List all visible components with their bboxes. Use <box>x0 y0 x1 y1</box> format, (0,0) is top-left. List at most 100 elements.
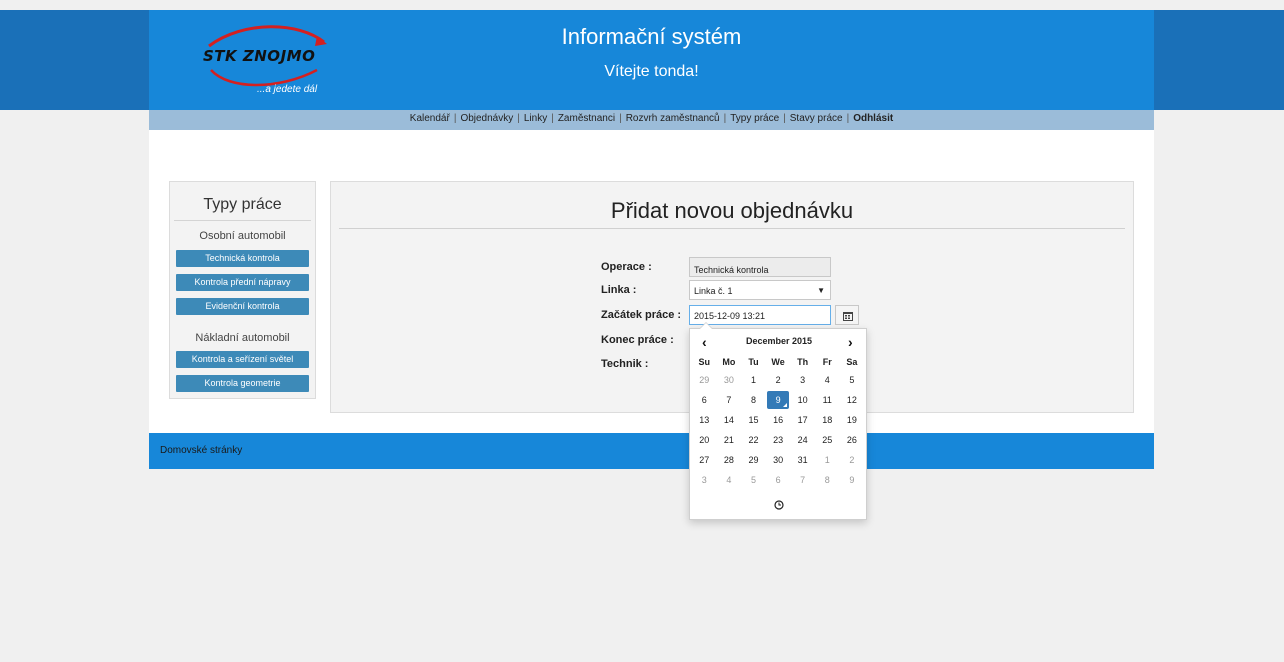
nav-item-work-types[interactable]: Typy práce <box>730 113 779 124</box>
nav-item-orders[interactable]: Objednávky <box>460 113 513 124</box>
calendar-day[interactable]: 3 <box>790 370 815 390</box>
nav-separator: | <box>551 113 554 124</box>
calendar-day[interactable]: 25 <box>815 430 840 450</box>
calendar-week-row: 6 7 8 9 10 11 12 <box>692 390 864 410</box>
calendar-day[interactable]: 26 <box>840 430 865 450</box>
calendar-week-row: 20 21 22 23 24 25 26 <box>692 430 864 450</box>
calendar-day[interactable]: 23 <box>766 430 791 450</box>
calendar-day[interactable]: 14 <box>717 410 742 430</box>
calendar-week-row: 27 28 29 30 31 1 2 <box>692 450 864 470</box>
calendar-day[interactable]: 31 <box>790 450 815 470</box>
calendar-day[interactable]: 28 <box>717 450 742 470</box>
selected-day[interactable]: 9 <box>767 391 790 409</box>
calendar-button[interactable] <box>835 305 859 325</box>
line-label: Linka : <box>601 284 637 296</box>
nav-separator: | <box>517 113 520 124</box>
calendar-day[interactable]: 4 <box>717 470 742 490</box>
calendar-day[interactable]: 7 <box>790 470 815 490</box>
calendar-day[interactable]: 13 <box>692 410 717 430</box>
weekday-header: Su <box>698 357 711 367</box>
calendar-day[interactable]: 1 <box>815 450 840 470</box>
calendar-day[interactable]: 11 <box>815 390 840 410</box>
nav-item-employees[interactable]: Zaměstnanci <box>558 113 615 124</box>
calendar-day[interactable]: 29 <box>692 370 717 390</box>
calendar-day[interactable]: 5 <box>741 470 766 490</box>
calendar-day[interactable]: 10 <box>790 390 815 410</box>
nav-item-lines[interactable]: Linky <box>524 113 547 124</box>
calendar-day[interactable]: 6 <box>766 470 791 490</box>
calendar-day[interactable]: 30 <box>717 370 742 390</box>
weekday-header: We <box>771 357 785 367</box>
calendar-day[interactable]: 22 <box>741 430 766 450</box>
calendar-week-row: 29 30 1 2 3 4 5 <box>692 370 864 390</box>
calendar-day[interactable]: 8 <box>815 470 840 490</box>
calendar-day[interactable]: 16 <box>766 410 791 430</box>
calendar-day[interactable]: 27 <box>692 450 717 470</box>
home-link[interactable]: Domovské stránky <box>160 445 242 456</box>
calendar-week-row: 13 14 15 16 17 18 19 <box>692 410 864 430</box>
calendar-day[interactable]: 29 <box>741 450 766 470</box>
header: STK ZNOJMO ...a jedete dál Informační sy… <box>149 10 1154 110</box>
calendar-grid: Su Mo Tu We Th Fr Sa 29 30 1 2 3 4 5 6 7 8 9 10 11 12 13 14 15… <box>692 354 864 490</box>
calendar-day[interactable]: 18 <box>815 410 840 430</box>
calendar-icon <box>843 312 853 321</box>
calendar-day[interactable]: 6 <box>692 390 717 410</box>
calendar-day[interactable]: 24 <box>790 430 815 450</box>
nav-item-work-states[interactable]: Stavy práce <box>790 113 843 124</box>
calendar-body: 29 30 1 2 3 4 5 6 7 8 9 10 11 12 13 14 15 16 17 18 19 20 21 22 2… <box>692 370 864 490</box>
form-title: Přidat novou objednávku <box>610 198 854 223</box>
calendar-day[interactable]: 21 <box>717 430 742 450</box>
nav-item-calendar[interactable]: Kalendář <box>410 113 450 124</box>
lights-adjustment-button[interactable]: Kontrola a seřízení světel <box>176 351 309 368</box>
datepicker-popup: ‹ December 2015 › Su Mo Tu We Th Fr Sa 29 30 1 2 3… <box>689 322 868 520</box>
operation-field: Technická kontrola <box>689 257 831 277</box>
nav-item-logout[interactable]: Odhlásit <box>853 113 893 124</box>
nav-item-schedule[interactable]: Rozvrh zaměstnanců <box>626 113 720 124</box>
calendar-day[interactable]: 9 <box>766 390 791 410</box>
nav-separator: | <box>619 113 622 124</box>
line-select[interactable]: Linka č. 1 ▼ <box>689 280 831 300</box>
registration-check-button[interactable]: Evidenční kontrola <box>176 298 309 315</box>
calendar-day[interactable]: 20 <box>692 430 717 450</box>
calendar-day[interactable]: 12 <box>840 390 865 410</box>
sidebar: Typy práce Osobní automobil Technická ko… <box>169 181 316 399</box>
chevron-right-icon[interactable]: › <box>848 334 853 350</box>
footer: Domovské stránky <box>149 433 1154 469</box>
calendar-day[interactable]: 30 <box>766 450 791 470</box>
technical-inspection-button[interactable]: Technická kontrola <box>176 250 309 267</box>
weekday-header: Tu <box>748 357 759 367</box>
welcome-text: Vítejte tonda! <box>604 63 699 80</box>
calendar-day[interactable]: 7 <box>717 390 742 410</box>
operation-label: Operace : <box>601 261 652 273</box>
calendar-day[interactable]: 17 <box>790 410 815 430</box>
main-nav: Kalendář | Objednávky | Linky | Zaměstnanci | Ro… <box>149 113 1154 124</box>
page-title: Informační systém <box>561 24 742 49</box>
nav-separator: | <box>846 113 850 124</box>
group-label-truck: Nákladní automobil <box>195 332 290 344</box>
calendar-day[interactable]: 5 <box>840 370 865 390</box>
content-area: Typy práce Osobní automobil Technická ko… <box>149 130 1154 433</box>
weekday-header: Sa <box>846 357 858 367</box>
weekday-header: Mo <box>722 357 736 367</box>
calendar-day[interactable]: 9 <box>840 470 865 490</box>
sidebar-title: Typy práce <box>203 196 282 213</box>
caret-down-icon: ▼ <box>817 286 825 295</box>
calendar-week-row: 3456789 <box>692 470 864 490</box>
calendar-day[interactable]: 19 <box>840 410 865 430</box>
technician-label: Technik : <box>601 358 649 370</box>
geometry-check-button[interactable]: Kontrola geometrie <box>176 375 309 392</box>
group-label-car: Osobní automobil <box>199 230 286 242</box>
datepicker-month[interactable]: December 2015 <box>690 336 868 346</box>
sidebar-divider <box>174 220 311 221</box>
calendar-day[interactable]: 2 <box>766 370 791 390</box>
calendar-day[interactable]: 4 <box>815 370 840 390</box>
nav-bar: Kalendář | Objednávky | Linky | Zaměstnanci | Ro… <box>149 110 1154 130</box>
front-axle-check-button[interactable]: Kontrola přední nápravy <box>176 274 309 291</box>
calendar-day[interactable]: 8 <box>741 390 766 410</box>
calendar-day[interactable]: 2 <box>840 450 865 470</box>
calendar-day[interactable]: 15 <box>741 410 766 430</box>
calendar-day[interactable]: 1 <box>741 370 766 390</box>
calendar-day[interactable]: 3 <box>692 470 717 490</box>
clock-icon[interactable] <box>774 500 784 510</box>
nav-separator: | <box>783 113 786 124</box>
